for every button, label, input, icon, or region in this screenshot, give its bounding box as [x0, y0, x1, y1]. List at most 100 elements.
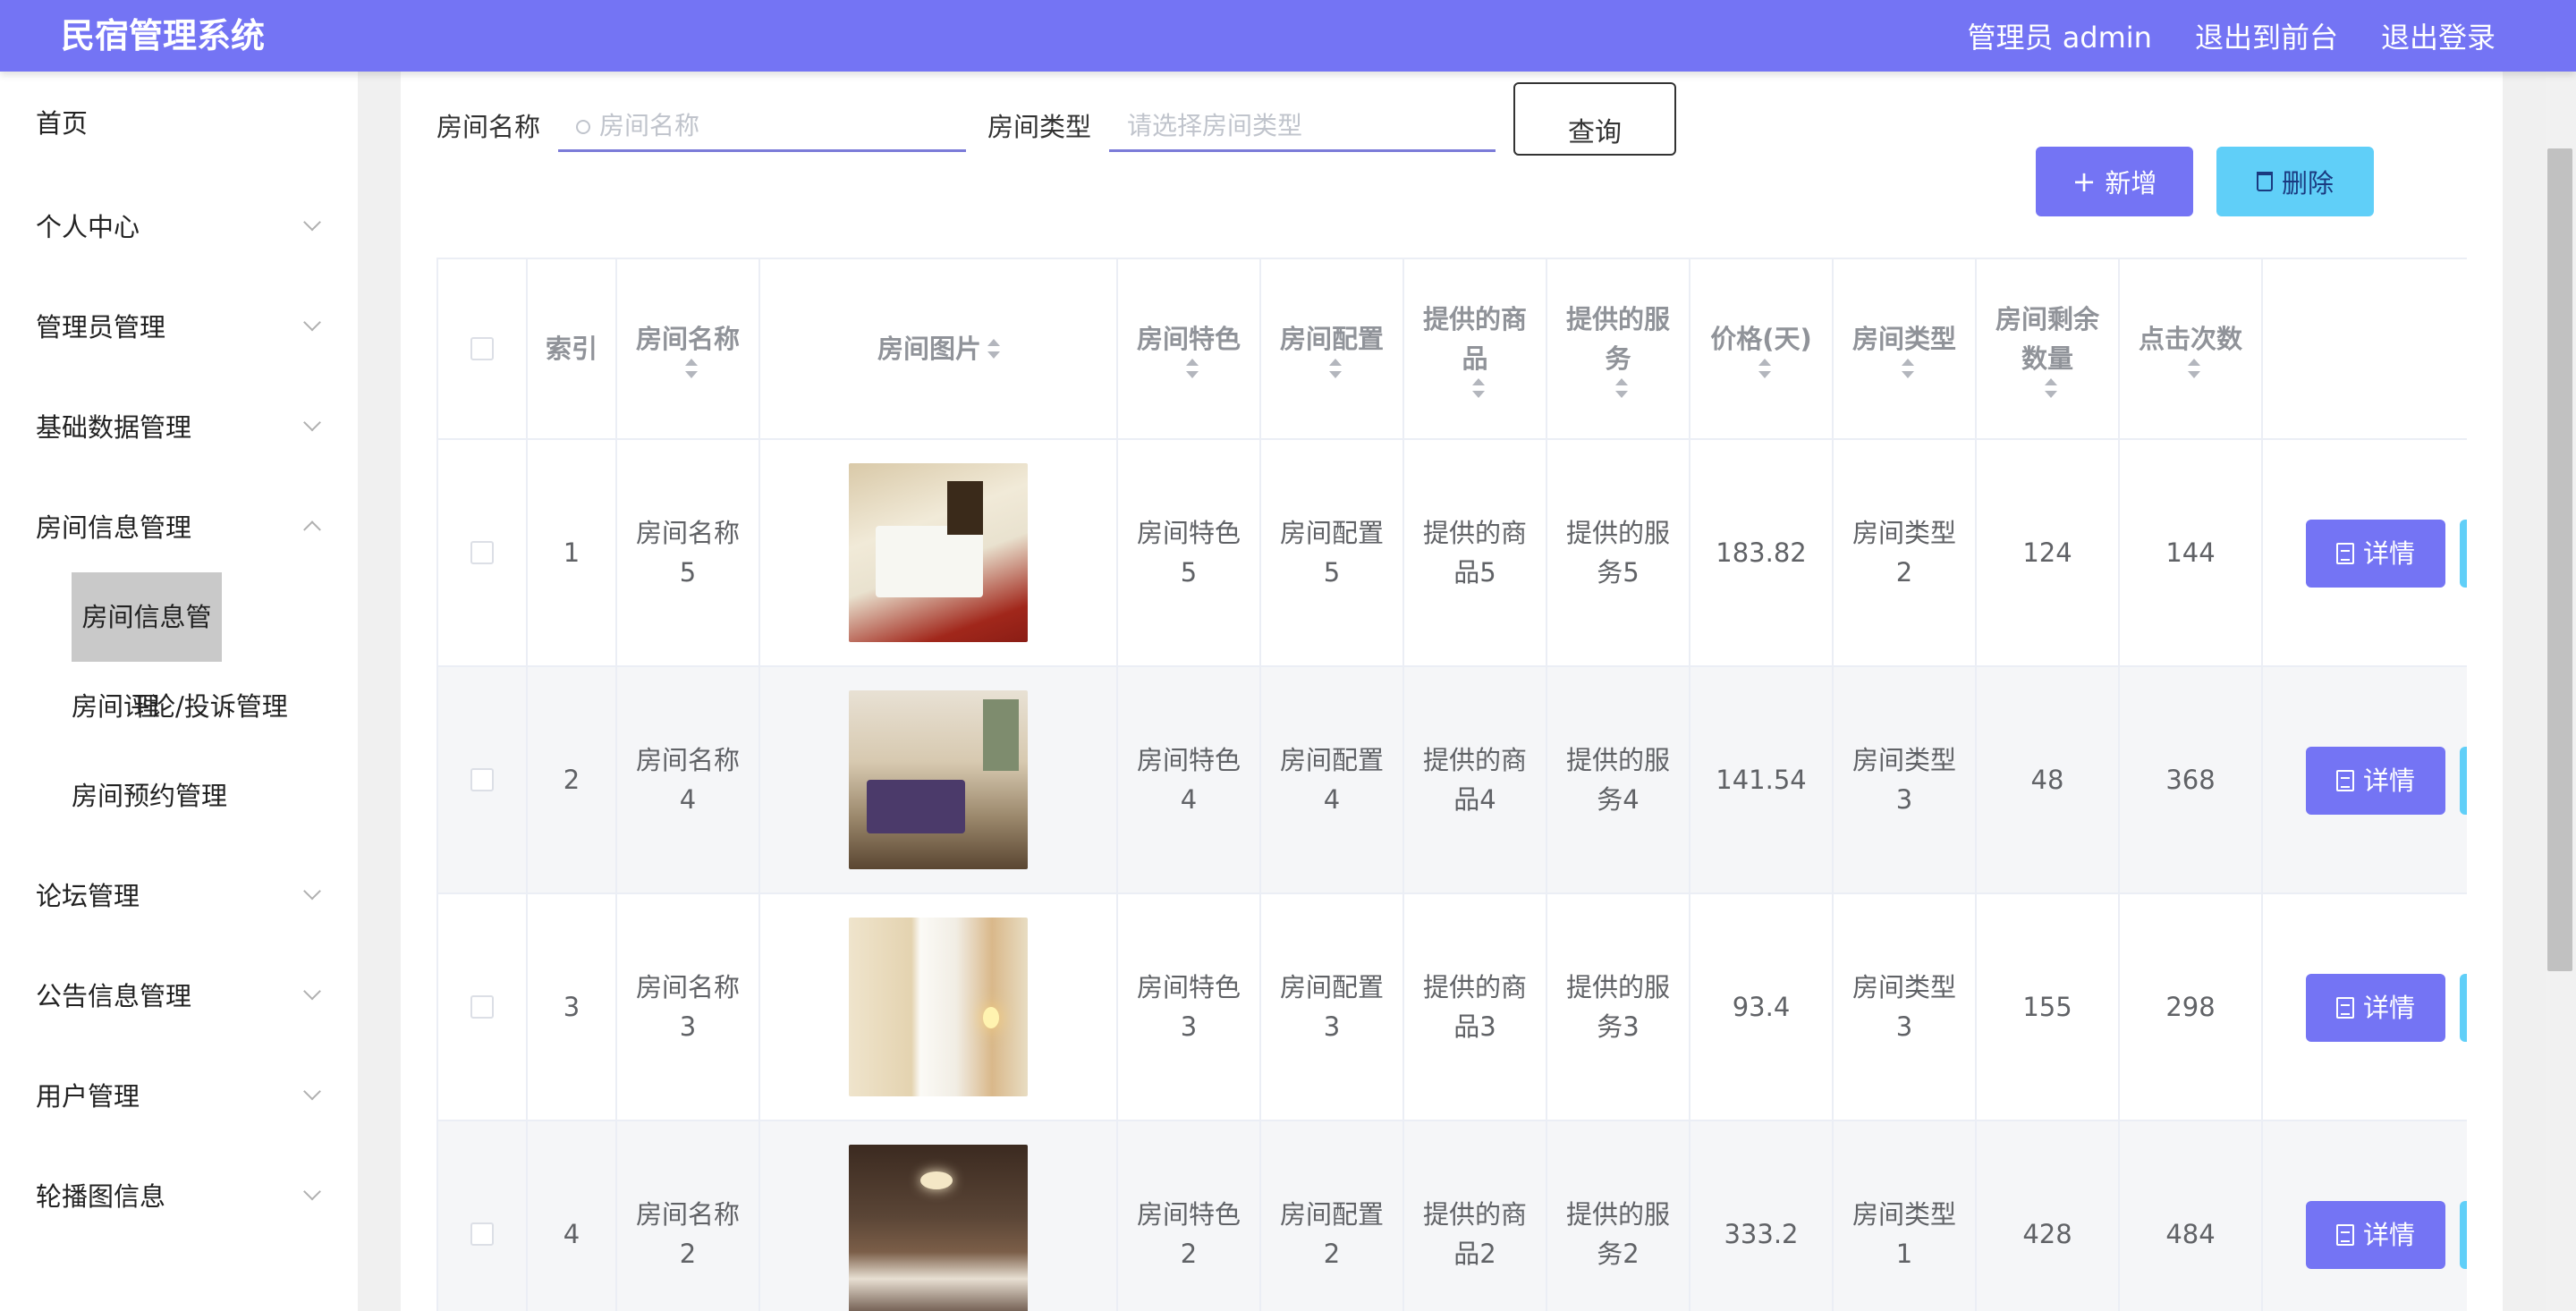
room-photo: [849, 1145, 1028, 1311]
sidebar-item-label: 论坛管理: [36, 881, 140, 911]
header-goods[interactable]: 提供的商品: [1404, 259, 1547, 438]
cell-image: [760, 667, 1118, 892]
header-remain-label: 房间剩余数量: [1995, 304, 2099, 374]
room-table: 索引 房间名称 房间图片 房间特色 房间配置 提供的商品 提供的服务 价格(天)…: [436, 258, 2467, 1311]
cell-feature: 房间特色4: [1118, 667, 1261, 892]
delete-button[interactable]: 删除: [2216, 147, 2374, 216]
table-row: 2 房间名称4 房间特色4 房间配置4 提供的商品4 提供的服务4 141.54…: [438, 667, 2467, 894]
cell-service: 提供的服务5: [1547, 440, 1690, 665]
sidebar-item-home[interactable]: 首页: [0, 86, 358, 157]
cell-image: [760, 440, 1118, 665]
header-index: 索引: [528, 259, 617, 438]
room-name-input[interactable]: 房间名称: [558, 113, 966, 152]
header-clicks[interactable]: 点击次数: [2120, 259, 2263, 438]
sidebar-item-basic-data[interactable]: 基础数据管理: [0, 390, 358, 461]
header-name[interactable]: 房间名称: [617, 259, 760, 438]
cell-remain: 48: [1977, 667, 2120, 892]
sort-icon[interactable]: [1471, 378, 1485, 398]
edit-button[interactable]: [2460, 747, 2467, 815]
header-type[interactable]: 房间类型: [1834, 259, 1977, 438]
room-name-label: 房间名称: [436, 112, 541, 142]
header-service[interactable]: 提供的服务: [1547, 259, 1690, 438]
header-image[interactable]: 房间图片: [760, 259, 1118, 438]
room-photo: [849, 918, 1028, 1096]
header-price[interactable]: 价格(天): [1690, 259, 1834, 438]
chevron-down-icon: [303, 213, 321, 232]
sidebar-subitem-room-info[interactable]: 房间信息管理: [72, 572, 222, 722]
cell-goods: 提供的商品5: [1404, 440, 1547, 665]
cell-clicks: 144: [2120, 440, 2263, 665]
logout-link[interactable]: 退出登录: [2381, 15, 2496, 56]
row-checkbox[interactable]: [470, 995, 494, 1019]
header-remain[interactable]: 房间剩余数量: [1977, 259, 2120, 438]
document-icon: [2335, 997, 2354, 1019]
sidebar-item-personal-center[interactable]: 个人中心: [0, 190, 358, 261]
room-type-select[interactable]: 请选择房间类型: [1109, 113, 1496, 152]
cell-service: 提供的服务3: [1547, 894, 1690, 1120]
sidebar-item-users[interactable]: 用户管理: [0, 1059, 358, 1130]
sidebar-item-announcements[interactable]: 公告信息管理: [0, 959, 358, 1030]
sort-icon[interactable]: [987, 339, 1000, 359]
sidebar-item-label: 首页: [36, 108, 89, 139]
sort-icon[interactable]: [1185, 359, 1199, 378]
cell-actions: 详情: [2263, 894, 2467, 1120]
page-scrollbar-thumb[interactable]: [2547, 148, 2572, 971]
detail-button[interactable]: 详情: [2306, 520, 2445, 588]
cell-name: 房间名称2: [617, 1121, 760, 1311]
chevron-down-icon: [303, 313, 321, 332]
sidebar-item-label: 用户管理: [36, 1081, 140, 1112]
sidebar-subitem-room-booking[interactable]: 房间预约管理: [72, 769, 227, 823]
sidebar-item-room-info[interactable]: 房间信息管理: [0, 490, 358, 562]
app-title: 民宿管理系统: [61, 16, 266, 55]
trash-icon: [2256, 172, 2273, 191]
sort-icon[interactable]: [2187, 359, 2200, 378]
cell-index: 4: [528, 1121, 617, 1311]
document-icon: [2335, 770, 2354, 791]
cell-clicks: 368: [2120, 667, 2263, 892]
cell-feature: 房间特色2: [1118, 1121, 1261, 1311]
cell-config: 房间配置2: [1261, 1121, 1404, 1311]
sidebar-item-admin-management[interactable]: 管理员管理: [0, 290, 358, 361]
sidebar-item-label: 公告信息管理: [36, 981, 192, 1011]
edit-button[interactable]: [2460, 520, 2467, 588]
plus-icon: +: [2072, 165, 2097, 199]
header-feature[interactable]: 房间特色: [1118, 259, 1261, 438]
sidebar-subitem-label: 房间评论/投诉管理: [72, 691, 288, 722]
sidebar-item-carousel[interactable]: 轮播图信息: [0, 1159, 358, 1231]
query-button[interactable]: 查询: [1513, 82, 1676, 156]
chevron-up-icon: [303, 520, 321, 539]
edit-button[interactable]: [2460, 974, 2467, 1042]
detail-button[interactable]: 详情: [2306, 1201, 2445, 1269]
room-type-placeholder: 请选择房间类型: [1127, 111, 1303, 140]
header-actions: [2263, 259, 2467, 438]
sort-icon[interactable]: [1758, 359, 1771, 378]
cell-type: 房间类型3: [1834, 894, 1977, 1120]
sort-icon[interactable]: [1901, 359, 1914, 378]
sort-icon[interactable]: [2044, 378, 2057, 398]
exit-to-front-link[interactable]: 退出到前台: [2195, 15, 2338, 56]
edit-button[interactable]: [2460, 1201, 2467, 1269]
detail-button[interactable]: 详情: [2306, 747, 2445, 815]
row-checkbox[interactable]: [470, 1222, 494, 1246]
chevron-down-icon: [303, 1182, 321, 1201]
sort-icon[interactable]: [1328, 359, 1342, 378]
sidebar-item-label: 基础数据管理: [36, 412, 192, 443]
delete-button-label: 删除: [2281, 168, 2334, 199]
sidebar-item-forum[interactable]: 论坛管理: [0, 858, 358, 930]
header-config[interactable]: 房间配置: [1261, 259, 1404, 438]
cell-remain: 428: [1977, 1121, 2120, 1311]
cell-type: 房间类型3: [1834, 667, 1977, 892]
detail-button[interactable]: 详情: [2306, 974, 2445, 1042]
painting-shape: [983, 699, 1019, 771]
row-checkbox[interactable]: [470, 541, 494, 564]
sort-icon[interactable]: [684, 359, 698, 378]
add-button[interactable]: + 新增: [2036, 147, 2193, 216]
cell-goods: 提供的商品4: [1404, 667, 1547, 892]
row-checkbox[interactable]: [470, 768, 494, 791]
select-all-checkbox[interactable]: [470, 337, 494, 360]
chevron-down-icon: [303, 1082, 321, 1101]
sidebar-subitem-room-comments[interactable]: 房间评论/投诉管理: [72, 680, 288, 733]
sort-icon[interactable]: [1614, 378, 1628, 398]
sidebar-item-label: 管理员管理: [36, 312, 166, 343]
sidebar-subitem-label: 房间预约管理: [72, 781, 228, 811]
